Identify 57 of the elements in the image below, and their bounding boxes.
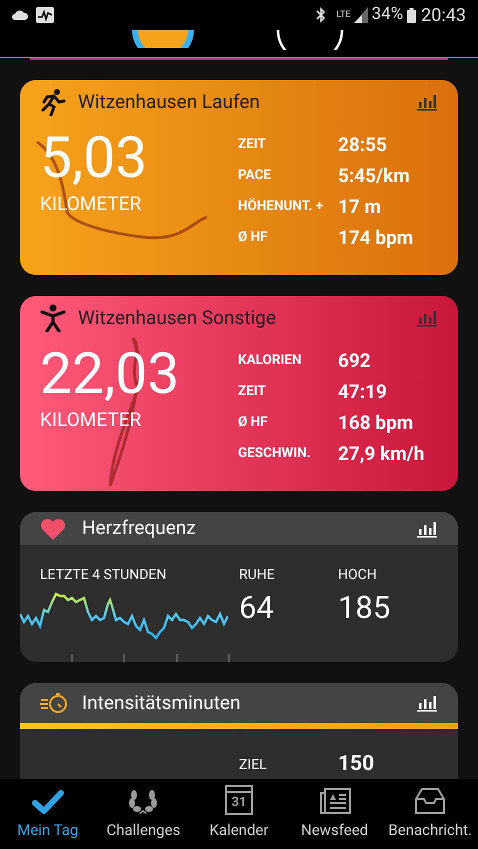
stat-value: 185 bbox=[338, 588, 392, 628]
distance-unit: KILOMETER bbox=[40, 191, 142, 217]
distance-value: 5,03 bbox=[40, 128, 148, 188]
activity-card[interactable]: Witzenhausen Laufen 5,03 KILOMETER ZEIT 28:55 PACE 5:45/km HÖHENUNT. + 17 m Ø HF 174 bpm bbox=[20, 80, 458, 275]
network-type: LTE bbox=[336, 10, 351, 20]
nav-tab[interactable]: Newsfeed bbox=[286, 779, 382, 849]
nav-tab[interactable]: Mein Tag bbox=[0, 779, 96, 849]
newspaper-icon bbox=[318, 786, 351, 814]
stat-value: 28:55 bbox=[338, 132, 388, 157]
nav-tab[interactable]: Benachricht. bbox=[382, 779, 478, 849]
clock: 20:43 bbox=[421, 4, 466, 28]
stat-label: Ø HF bbox=[238, 228, 269, 247]
activity-icon bbox=[36, 7, 54, 23]
stat-label: RUHE bbox=[239, 566, 276, 585]
stat-label: PACE bbox=[238, 166, 272, 185]
stat-value: 27,9 km/h bbox=[338, 441, 424, 466]
heart-icon bbox=[40, 518, 66, 540]
card-title: Intensitätsminuten bbox=[82, 690, 242, 716]
person-icon bbox=[40, 304, 66, 332]
nav-tab[interactable]: 31 Kalender bbox=[191, 779, 287, 849]
stat-label: Ø HF bbox=[238, 413, 269, 432]
period-label: LETZTE 4 STUNDEN bbox=[40, 566, 168, 585]
battery-icon bbox=[407, 8, 416, 22]
checkmark-icon bbox=[32, 788, 64, 814]
stat-value: 5:45/km bbox=[338, 163, 411, 188]
calendar-icon: 31 bbox=[224, 784, 253, 814]
stat-value: 150 bbox=[338, 751, 374, 778]
nav-tab[interactable]: Challenges bbox=[96, 779, 192, 849]
stat-label: KALORIEN bbox=[238, 351, 303, 370]
chart-icon[interactable] bbox=[416, 694, 438, 712]
stat-label: HOCH bbox=[338, 566, 378, 585]
stopwatch-icon bbox=[40, 692, 68, 714]
activity-card[interactable]: Witzenhausen Sonstige 22,03 KILOMETER KALORIEN 692 ZEIT 47:19 Ø HF 168 bpm GESCHWIN. 27,9 km/h bbox=[20, 296, 458, 491]
battery-percent: 34% bbox=[372, 3, 404, 26]
distance-unit: KILOMETER bbox=[40, 407, 142, 433]
chart-icon[interactable] bbox=[416, 520, 438, 538]
card-title: Herzfrequenz bbox=[82, 515, 197, 542]
stat-label: HÖHENUNT. + bbox=[238, 197, 324, 216]
stat-label: ZEIT bbox=[238, 135, 267, 154]
card-title: Witzenhausen Sonstige bbox=[78, 304, 277, 331]
runner-icon bbox=[40, 88, 66, 116]
signal-icon bbox=[354, 7, 368, 23]
cloud-icon bbox=[12, 10, 28, 20]
stat-label: ZIEL bbox=[239, 756, 268, 775]
inbox-icon bbox=[414, 786, 446, 814]
stat-label: ZEIT bbox=[238, 382, 267, 401]
card-title: Witzenhausen Laufen bbox=[78, 88, 261, 115]
stat-value: 64 bbox=[239, 588, 275, 628]
stat-value: 692 bbox=[338, 348, 372, 373]
stat-value: 47:19 bbox=[338, 379, 388, 404]
distance-value: 22,03 bbox=[40, 344, 180, 404]
chart-icon[interactable] bbox=[416, 93, 438, 111]
bluetooth-icon bbox=[316, 7, 326, 23]
stat-value: 168 bpm bbox=[338, 410, 414, 435]
stat-label: GESCHWIN. bbox=[238, 444, 312, 463]
stat-value: 17 m bbox=[338, 194, 382, 219]
stat-value: 174 bpm bbox=[338, 225, 414, 250]
